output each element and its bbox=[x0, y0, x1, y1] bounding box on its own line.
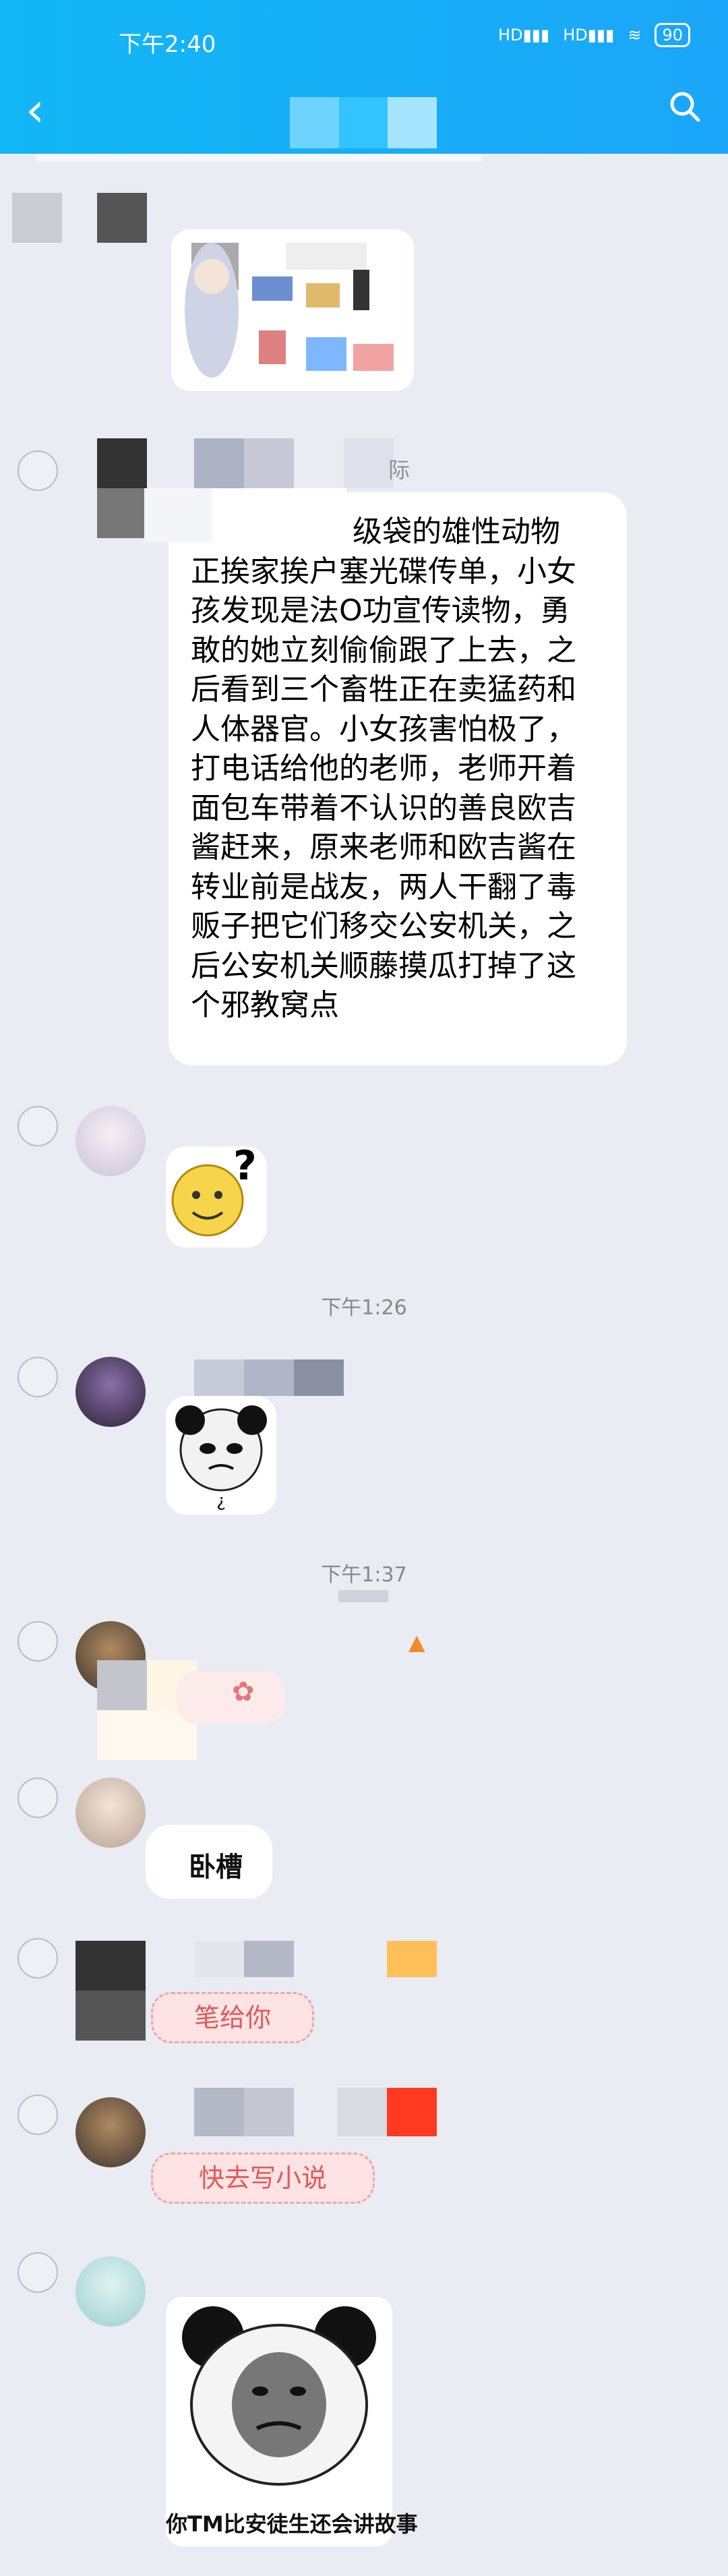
select-circle[interactable] bbox=[18, 1621, 58, 1662]
panda-face-sticker: ¿ bbox=[175, 1405, 267, 1511]
timestamp: 下午1:37 bbox=[321, 1563, 407, 1587]
timestamp: 下午1:26 bbox=[321, 1296, 407, 1320]
sticker-message[interactable]: ? bbox=[166, 1142, 267, 1248]
user-avatar[interactable] bbox=[75, 2097, 146, 2167]
status-icons: HD▮▮▮ HD▮▮▮ ≋ 90 bbox=[498, 23, 690, 47]
select-circle[interactable] bbox=[18, 2095, 58, 2135]
question-mark: ? bbox=[233, 1142, 257, 1190]
blurred-nickname bbox=[194, 1941, 437, 1977]
panda-meme-image bbox=[182, 2306, 376, 2486]
select-circle[interactable] bbox=[18, 1357, 58, 1397]
nickname-fragment: 际 bbox=[388, 457, 411, 483]
meme-caption: 你TM比安徒生还会讲故事 bbox=[166, 2511, 418, 2537]
text-line: 孩发现是法O功宣传读物，勇 bbox=[191, 593, 570, 628]
text-line: 后公安机关顺藤摸瓜打掉了这 bbox=[191, 948, 576, 983]
image-thumbnail bbox=[171, 229, 414, 391]
text-line: 级袋的雄性动物 bbox=[353, 515, 560, 549]
user-avatar[interactable] bbox=[75, 1106, 146, 1176]
signal-icon-2: HD▮▮▮ bbox=[563, 26, 615, 45]
long-text-content: 级袋的雄性动物 正挨家挨户塞光碟传单，小女 孩发现是法O功宣传读物，勇 敢的她立… bbox=[191, 513, 615, 1026]
paw-icon: ✿ bbox=[232, 1676, 255, 1707]
blurred-avatar bbox=[12, 193, 147, 243]
text-line: 敢的她立刻偷偷跟了上去，之 bbox=[191, 633, 576, 668]
search-icon[interactable] bbox=[669, 90, 701, 123]
blurred-strip bbox=[36, 154, 481, 162]
text-line: 正挨家挨户塞光碟传单，小女 bbox=[191, 554, 576, 589]
badge-icon: ▲ bbox=[408, 1629, 425, 1655]
sticker-message[interactable]: ¿ bbox=[166, 1396, 276, 1515]
user-avatar[interactable] bbox=[75, 2256, 146, 2326]
message-text: 卧槽 bbox=[189, 1852, 243, 1883]
blurred-avatar bbox=[75, 1941, 146, 2041]
blurred-nickname bbox=[194, 2088, 437, 2136]
select-circle[interactable] bbox=[18, 450, 58, 491]
sticker-tag[interactable]: 笔给你 bbox=[151, 1992, 314, 2043]
battery-icon: 90 bbox=[655, 23, 690, 47]
text-line: 面包车带着不认识的善良欧吉 bbox=[191, 790, 576, 825]
blurred-nickname bbox=[194, 438, 394, 488]
chat-title-blurred[interactable] bbox=[290, 97, 437, 148]
select-circle[interactable] bbox=[18, 1106, 58, 1146]
blurred-strip bbox=[338, 1590, 388, 1602]
text-bubble[interactable]: 卧槽 bbox=[146, 1825, 272, 1899]
text-line: 酱赶来，原来老师和欧吉酱在 bbox=[191, 830, 576, 865]
back-button[interactable]: ‹ bbox=[26, 86, 44, 134]
svg-text:¿: ¿ bbox=[216, 1491, 226, 1511]
text-line: 个邪教窝点 bbox=[191, 988, 339, 1022]
sticker-tag[interactable]: 快去写小说 bbox=[151, 2153, 375, 2204]
blurred-nickname bbox=[194, 1359, 344, 1396]
user-avatar[interactable] bbox=[75, 1778, 146, 1848]
image-message[interactable] bbox=[171, 229, 414, 391]
text-line: 贩子把它们移交公安机关，之 bbox=[191, 909, 576, 943]
text-line: 后看到三个畜牲正在卖猛药和 bbox=[191, 672, 576, 707]
select-circle[interactable] bbox=[18, 1778, 58, 1818]
select-circle[interactable] bbox=[18, 1938, 58, 1979]
bear-sticker[interactable]: ✿ bbox=[177, 1671, 284, 1724]
user-avatar[interactable] bbox=[75, 1357, 146, 1427]
status-time: 下午2:40 bbox=[119, 31, 216, 58]
text-line: 人体器官。小女孩害怕极了， bbox=[191, 711, 576, 747]
meme-image-message[interactable]: 你TM比安徒生还会讲故事 bbox=[166, 2297, 418, 2546]
chat-header: ‹ bbox=[0, 74, 728, 154]
text-line: 转业前是战友，两人干翻了毒 bbox=[191, 869, 576, 904]
text-line: 打电话给他的老师，老师开着 bbox=[191, 751, 576, 786]
select-circle[interactable] bbox=[18, 2252, 58, 2293]
signal-icon: HD▮▮▮ bbox=[498, 26, 550, 45]
wifi-icon: ≋ bbox=[628, 26, 642, 45]
status-bar: 下午2:40 HD▮▮▮ HD▮▮▮ ≋ 90 bbox=[0, 0, 728, 74]
